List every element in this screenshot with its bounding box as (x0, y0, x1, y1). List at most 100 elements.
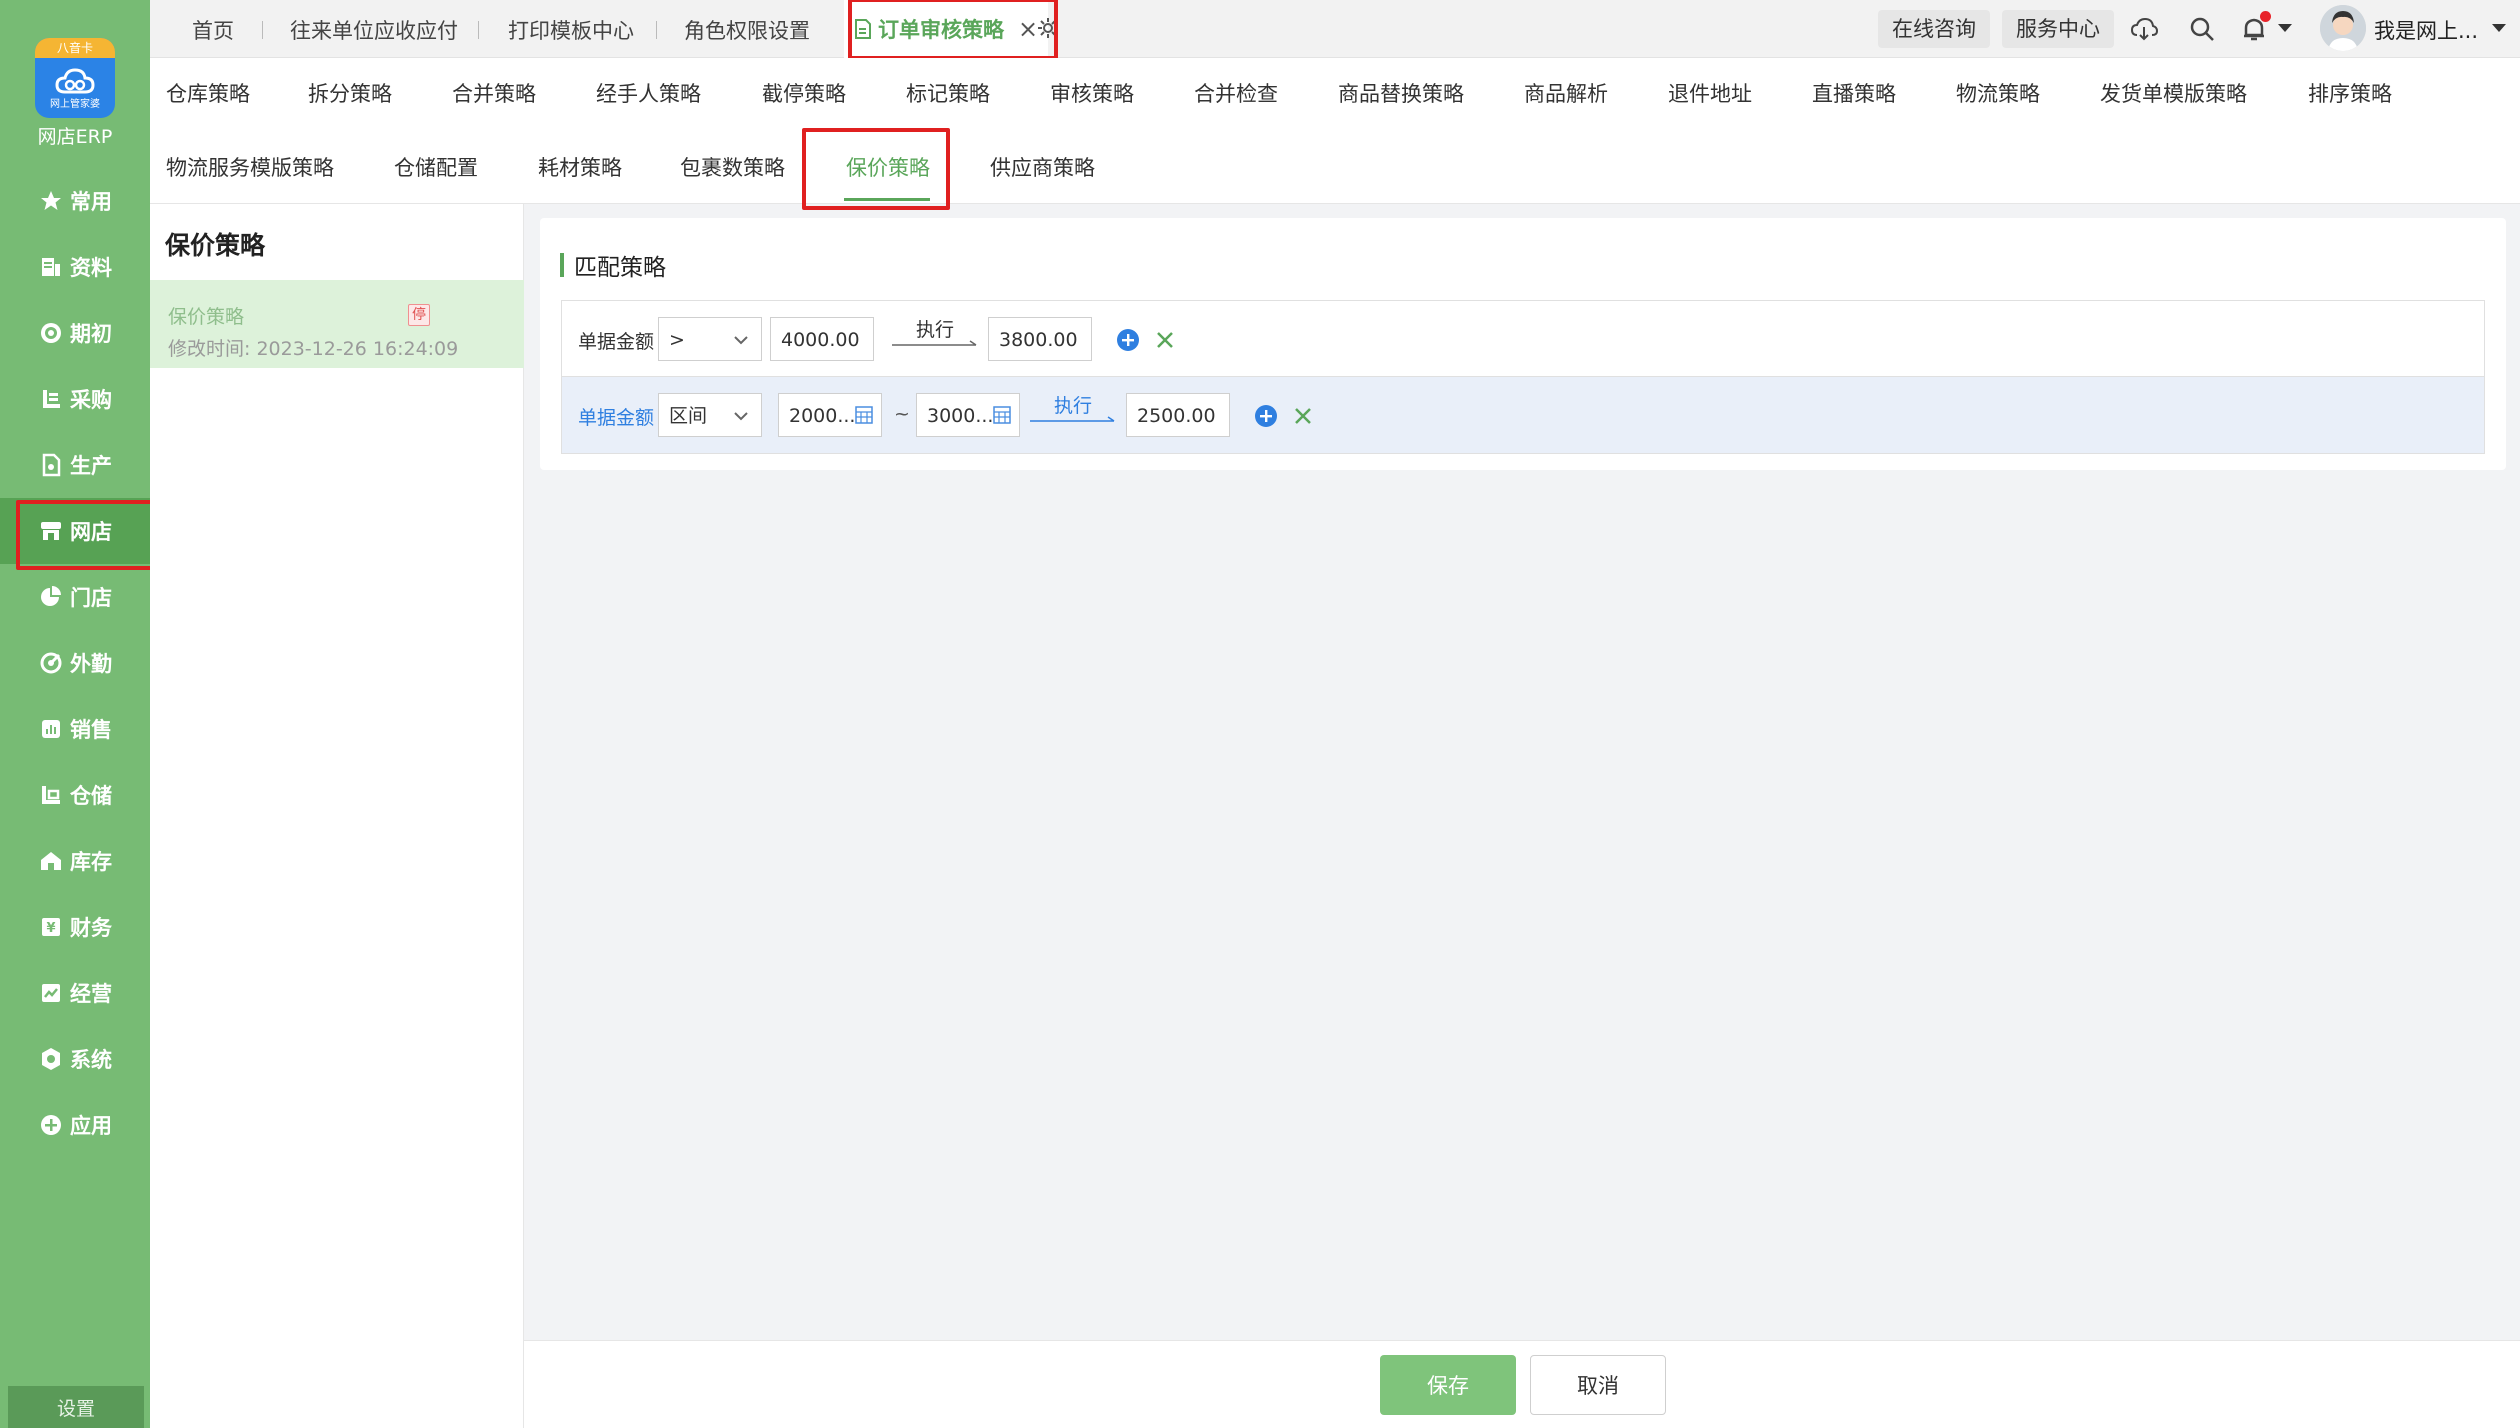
tab-order-review-strategy[interactable]: 订单审核策略 × (844, 0, 1049, 58)
list-item[interactable]: 保价策略 停 修改时间: 2023-12-26 16:24:09 (150, 280, 524, 368)
table-row: 单据金额 > 4000.00 执行 3800.00 (562, 301, 2484, 377)
stab-warehouse[interactable]: 仓库策略 (166, 78, 250, 108)
section-title-text: 匹配策略 (574, 255, 666, 281)
sidebar-item-inventory[interactable]: 库存 (0, 828, 150, 894)
stab-product-replace[interactable]: 商品替换策略 (1338, 78, 1464, 108)
chevron-down-icon[interactable] (2492, 24, 2506, 32)
stab-intercept[interactable]: 截停策略 (762, 78, 846, 108)
active-tab-label: 订单审核策略 (878, 18, 1004, 42)
production-icon (38, 452, 64, 478)
app-logo[interactable]: 八音卡 网上管家婆 (35, 38, 115, 118)
sidebar-item-label: 期初 (70, 322, 112, 346)
section-accent-bar (560, 253, 564, 277)
range-from-input[interactable]: 2000... (778, 393, 882, 437)
sidebar-item-label: 生产 (70, 454, 112, 478)
add-icon[interactable] (1254, 404, 1278, 428)
sidebar-item-production[interactable]: 生产 (0, 432, 150, 498)
stab-product-parse[interactable]: 商品解析 (1524, 78, 1608, 108)
range-to-input[interactable]: 3000... (916, 393, 1020, 437)
tab-print-templates[interactable]: 打印模板中心 (508, 0, 634, 58)
save-button[interactable]: 保存 (1380, 1355, 1516, 1415)
cloud-download-icon[interactable] (2130, 15, 2158, 43)
stab-storage-config[interactable]: 仓储配置 (394, 152, 478, 182)
delete-icon[interactable] (1154, 329, 1176, 351)
operator-select[interactable]: > (658, 317, 762, 361)
result-input[interactable]: 3800.00 (988, 317, 1092, 361)
stab-logistics[interactable]: 物流策略 (1956, 78, 2040, 108)
stab-shipping-template[interactable]: 发货单模版策略 (2100, 78, 2247, 108)
range-separator: ~ (894, 403, 910, 425)
sidebar-item-field[interactable]: 外勤 (0, 630, 150, 696)
online-consult-button[interactable]: 在线咨询 (1878, 10, 1990, 48)
sidebar-item-shop[interactable]: 网店 (0, 498, 160, 570)
stab-return-address[interactable]: 退件地址 (1668, 78, 1752, 108)
sidebar-item-warehouse[interactable]: 仓储 (0, 762, 150, 828)
stab-handler[interactable]: 经手人策略 (596, 78, 701, 108)
stab-consumables[interactable]: 耗材策略 (538, 152, 622, 182)
sidebar-item-data[interactable]: 资料 (0, 234, 150, 300)
tab-receivables[interactable]: 往来单位应收应付 (290, 0, 458, 58)
chevron-down-icon[interactable] (2278, 24, 2292, 32)
calculator-icon[interactable] (855, 406, 873, 424)
sidebar-item-purchase[interactable]: 采购 (0, 366, 150, 432)
cancel-button[interactable]: 取消 (1530, 1355, 1666, 1415)
avatar[interactable] (2320, 5, 2366, 51)
main-panel: 匹配策略 单据金额 > 4000.00 执行 3800.00 单据金额 区间 2… (540, 218, 2506, 470)
list-item-time: 修改时间: 2023-12-26 16:24:09 (168, 338, 459, 360)
footer-bar: 保存 取消 (524, 1340, 2520, 1428)
add-icon[interactable] (1116, 328, 1140, 352)
sidebar-item-label: 系统 (70, 1048, 112, 1072)
stab-split[interactable]: 拆分策略 (308, 78, 392, 108)
stab-insured-price[interactable]: 保价策略 (846, 152, 930, 182)
arrow-right-icon (892, 340, 977, 346)
stab-live[interactable]: 直播策略 (1812, 78, 1896, 108)
sidebar-item-business[interactable]: 经营 (0, 960, 150, 1026)
finance-icon: ¥ (38, 914, 64, 940)
service-center-button[interactable]: 服务中心 (2002, 10, 2114, 48)
amount-input[interactable]: 4000.00 (770, 317, 874, 361)
delete-icon[interactable] (1292, 405, 1314, 427)
notification-dot (2260, 11, 2271, 22)
tab-home[interactable]: 首页 (192, 0, 234, 58)
stab-package-count[interactable]: 包裹数策略 (680, 152, 785, 182)
stab-mark[interactable]: 标记策略 (906, 78, 990, 108)
stab-merge-check[interactable]: 合并检查 (1194, 78, 1278, 108)
gear-settings-icon[interactable] (1036, 16, 1060, 40)
range-to-value: 3000... (927, 405, 994, 427)
field-icon (38, 650, 64, 676)
sidebar-item-label: 销售 (70, 718, 112, 742)
rule-table: 单据金额 > 4000.00 执行 3800.00 单据金额 区间 2000..… (561, 300, 2485, 454)
tab-role-permissions[interactable]: 角色权限设置 (684, 0, 810, 58)
search-icon[interactable] (2188, 15, 2216, 43)
sidebar-item-common[interactable]: 常用 (0, 168, 150, 234)
stab-sort[interactable]: 排序策略 (2308, 78, 2392, 108)
cloud-logo-icon (55, 68, 95, 94)
calculator-icon[interactable] (993, 406, 1011, 424)
operator-select[interactable]: 区间 (658, 393, 762, 437)
operator-value: 区间 (669, 405, 708, 427)
settings-button[interactable]: 设置 (8, 1386, 144, 1428)
stab-logistics-service-template[interactable]: 物流服务模版策略 (166, 152, 334, 182)
sidebar-item-store[interactable]: 门店 (0, 564, 150, 630)
sidebar-nav: 常用 资料 期初 采购 生产 网店 门店 外勤 销售 仓储 库存 ¥ 财务 经营… (0, 168, 160, 1158)
rule-field-label: 单据金额 (578, 331, 655, 353)
stab-supplier[interactable]: 供应商策略 (990, 152, 1095, 182)
status-badge: 停 (408, 304, 430, 326)
sidebar-item-system[interactable]: 系统 (0, 1026, 150, 1092)
arrow-right-icon (1030, 416, 1115, 422)
sidebar-item-apps[interactable]: 应用 (0, 1092, 150, 1158)
sidebar-item-finance[interactable]: ¥ 财务 (0, 894, 150, 960)
section-title: 匹配策略 (560, 248, 666, 282)
execute-arrow: 执行 (1028, 389, 1118, 429)
result-input[interactable]: 2500.00 (1126, 393, 1230, 437)
strategy-tabs: 仓库策略 拆分策略 合并策略 经手人策略 截停策略 标记策略 审核策略 合并检查… (150, 58, 2520, 210)
stab-merge[interactable]: 合并策略 (452, 78, 536, 108)
sidebar-item-sales[interactable]: 销售 (0, 696, 150, 762)
stab-review[interactable]: 审核策略 (1050, 78, 1134, 108)
sidebar-item-initial[interactable]: 期初 (0, 300, 150, 366)
execute-label: 执行 (915, 319, 954, 341)
sidebar-item-label: 经营 (70, 982, 112, 1006)
sidebar-item-label: 网店 (70, 520, 112, 544)
username[interactable]: 我是网上... (2374, 15, 2478, 45)
range-from-value: 2000... (789, 405, 856, 427)
